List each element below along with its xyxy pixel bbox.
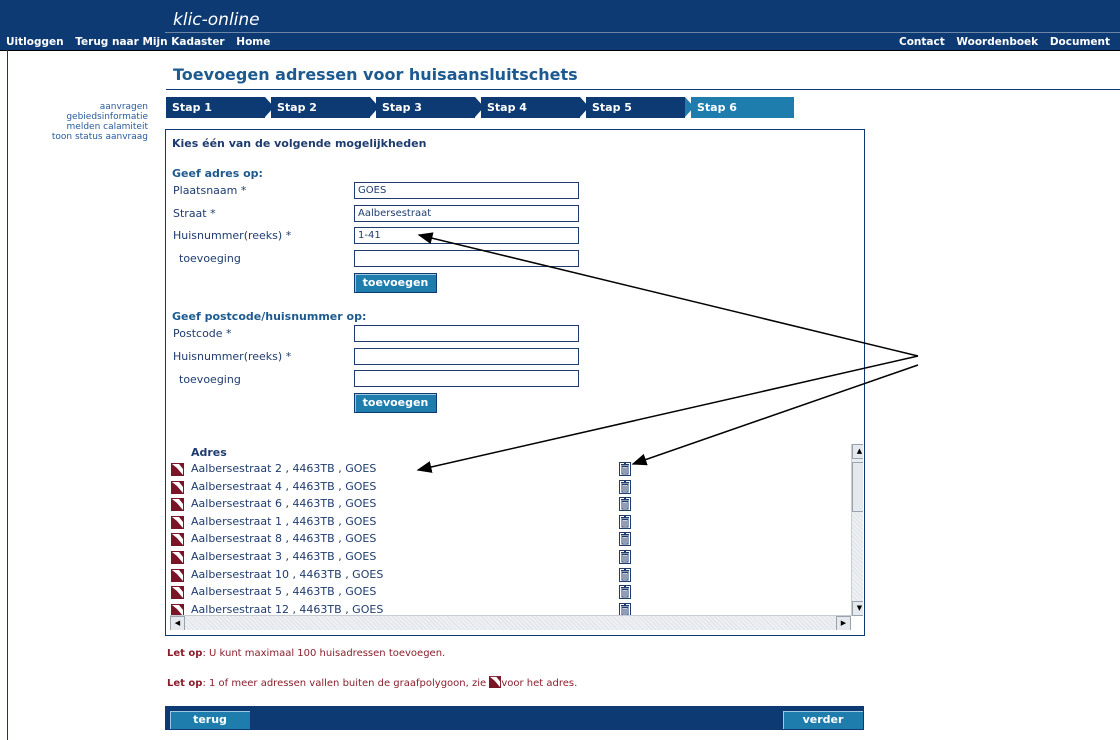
postcode-huisnummer-label: Huisnummer(reeks) * <box>173 350 292 363</box>
trash-icon[interactable] <box>619 497 631 512</box>
address-text: Aalbersestraat 10 , 4463TB , GOES <box>191 567 384 581</box>
header-divider <box>165 32 1120 33</box>
postcode-label: Postcode * <box>173 327 232 340</box>
polygon-warning-icon <box>171 463 184 476</box>
note1-text: : U kunt maximaal 100 huisadressen toevo… <box>202 648 446 659</box>
toevoeging-input[interactable] <box>354 250 579 267</box>
address-text: Aalbersestraat 6 , 4463TB , GOES <box>191 497 377 511</box>
polygon-warning-icon <box>171 498 184 512</box>
step-3: Stap 3 <box>376 97 484 118</box>
list-item: Aalbersestraat 1 , 4463TB , GOES <box>170 514 850 531</box>
sidebar-link-melden-calamiteit[interactable]: melden calamiteit <box>10 122 148 132</box>
postcode-toevoeging-label: toevoeging <box>179 373 241 386</box>
address-list-header: Adres <box>191 446 227 459</box>
nav-home-link[interactable]: Home <box>236 36 270 48</box>
scroll-right-button[interactable]: ▶ <box>836 616 851 630</box>
nav-contact-link[interactable]: Contact <box>899 36 945 48</box>
next-button[interactable]: verder <box>782 710 864 730</box>
plaatsnaam-input[interactable] <box>354 182 579 199</box>
trash-icon[interactable] <box>619 514 631 529</box>
note-outside-polygon: Let op: 1 of meer adressen vallen buiten… <box>167 676 577 689</box>
address-form-panel: Kies één van de volgende mogelijkheden G… <box>165 129 865 636</box>
trash-icon[interactable] <box>619 532 631 547</box>
address-text: Aalbersestraat 12 , 4463TB , GOES <box>191 602 384 616</box>
list-item: Aalbersestraat 5 , 4463TB , GOES <box>170 584 850 601</box>
add-address-button[interactable]: toevoegen <box>354 273 437 293</box>
step-2: Stap 2 <box>271 97 379 118</box>
nav-right: Contact Woordenboek Document <box>899 36 1118 48</box>
polygon-warning-icon <box>171 515 184 529</box>
list-item: Aalbersestraat 8 , 4463TB , GOES <box>170 531 850 548</box>
postcode-huisnummer-input[interactable] <box>354 348 579 365</box>
list-item: Aalbersestraat 6 , 4463TB , GOES <box>170 496 850 513</box>
address-list: Adres Aalbersestraat 2 , 4463TB , GOES Aa… <box>170 444 863 630</box>
bottom-nav-bar: terug verder <box>165 706 864 730</box>
top-bar: klic-online Uitloggen Terug naar Mijn Ka… <box>0 0 1120 51</box>
polygon-warning-icon <box>171 586 184 600</box>
note2-text: : 1 of meer adressen vallen buiten de gr… <box>202 678 490 689</box>
note-max-addresses: Let op: U kunt maximaal 100 huisadressen… <box>167 648 445 659</box>
postcode-toevoeging-input[interactable] <box>354 370 579 387</box>
note2-prefix: Let op <box>167 678 203 689</box>
postcode-section-title: Geef postcode/huisnummer op: <box>172 310 367 323</box>
straat-input[interactable] <box>354 205 579 222</box>
title-divider <box>166 89 1120 90</box>
list-item: Aalbersestraat 4 , 4463TB , GOES <box>170 479 850 496</box>
sidebar-link-aanvragen[interactable]: aanvragen <box>10 102 148 112</box>
note2-suffix: voor het adres. <box>501 678 578 689</box>
address-section-title: Geef adres op: <box>172 167 263 180</box>
left-border <box>7 50 8 740</box>
sidebar: aanvragen gebiedsinformatie melden calam… <box>10 102 148 142</box>
polygon-warning-icon <box>171 480 184 494</box>
step-indicator: Stap 1 Stap 2 Stap 3 Stap 4 Stap 5 Stap … <box>166 97 800 118</box>
sidebar-link-gebiedsinformatie[interactable]: gebiedsinformatie <box>10 112 148 122</box>
step-5: Stap 5 <box>586 97 694 118</box>
toevoeging-label: toevoeging <box>179 252 241 265</box>
trash-icon[interactable] <box>619 479 631 494</box>
plaatsnaam-label: Plaatsnaam * <box>173 184 247 197</box>
nav-uitloggen-link[interactable]: Uitloggen <box>6 36 64 48</box>
nav-document-link[interactable]: Document <box>1050 36 1110 48</box>
back-button[interactable]: terug <box>169 710 251 730</box>
note1-prefix: Let op <box>167 648 203 659</box>
polygon-warning-icon <box>171 533 184 547</box>
polygon-warning-icon <box>171 551 184 564</box>
address-text: Aalbersestraat 5 , 4463TB , GOES <box>191 585 377 599</box>
list-item: Aalbersestraat 10 , 4463TB , GOES <box>170 567 850 584</box>
brand-logo: klic-online <box>173 10 260 30</box>
nav-woordenboek-link[interactable]: Woordenboek <box>956 36 1038 48</box>
scroll-down-button[interactable]: ▼ <box>852 601 863 616</box>
huisnummer-label: Huisnummer(reeks) * <box>173 229 292 242</box>
scroll-up-button[interactable]: ▲ <box>852 444 863 459</box>
huisnummer-input[interactable] <box>354 227 579 244</box>
list-item: Aalbersestraat 3 , 4463TB , GOES <box>170 549 850 566</box>
address-text: Aalbersestraat 2 , 4463TB , GOES <box>191 462 377 475</box>
horizontal-scrollbar[interactable]: ◀ ▶ <box>170 615 851 630</box>
sidebar-link-toon-status-aanvraag[interactable]: toon status aanvraag <box>10 132 148 142</box>
polygon-warning-icon <box>171 568 184 582</box>
step-1: Stap 1 <box>166 97 274 118</box>
nav-terug-mijn-kadaster-link[interactable]: Terug naar Mijn Kadaster <box>75 36 224 48</box>
step-4: Stap 4 <box>481 97 589 118</box>
trash-icon[interactable] <box>619 462 631 476</box>
options-heading: Kies één van de volgende mogelijkheden <box>172 137 427 150</box>
list-item: Aalbersestraat 2 , 4463TB , GOES <box>170 461 850 478</box>
trash-icon[interactable] <box>619 567 631 582</box>
address-text: Aalbersestraat 1 , 4463TB , GOES <box>191 514 377 528</box>
polygon-warning-icon <box>489 676 502 688</box>
address-text: Aalbersestraat 8 , 4463TB , GOES <box>191 532 377 546</box>
step-6-current: Stap 6 <box>691 97 794 118</box>
address-text: Aalbersestraat 4 , 4463TB , GOES <box>191 479 377 493</box>
address-text: Aalbersestraat 3 , 4463TB , GOES <box>191 550 377 563</box>
page-title: Toevoegen adressen voor huisaansluitsche… <box>173 65 578 84</box>
nav-left: Uitloggen Terug naar Mijn Kadaster Home <box>6 36 278 48</box>
trash-icon[interactable] <box>619 585 631 600</box>
straat-label: Straat * <box>173 207 216 220</box>
scroll-left-button[interactable]: ◀ <box>170 616 185 630</box>
scrollbar-thumb[interactable] <box>852 462 863 512</box>
postcode-input[interactable] <box>354 325 579 342</box>
vertical-scrollbar[interactable]: ▲ ▼ <box>851 444 863 616</box>
trash-icon[interactable] <box>619 550 631 564</box>
add-postcode-button[interactable]: toevoegen <box>354 393 437 413</box>
